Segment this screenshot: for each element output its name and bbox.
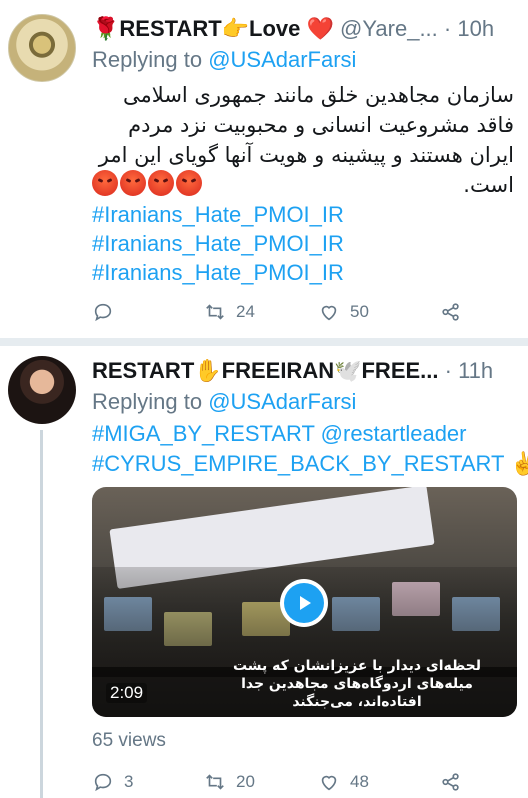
mention-link[interactable]: @restartleader — [321, 421, 467, 446]
retweet-icon — [206, 304, 224, 320]
heart-icon — [321, 305, 337, 321]
play-icon — [300, 596, 311, 610]
replying-mention-link[interactable]: @USAdarFarsi — [208, 389, 356, 414]
share-button[interactable] — [440, 768, 462, 796]
view-count: 65 views — [92, 730, 166, 751]
video-duration: 2:09 — [106, 683, 148, 703]
handle[interactable]: @Yare_... — [340, 16, 438, 41]
tweet-actions: 24 50 — [92, 298, 512, 326]
video-caption: لحظه‌ای دیدار با عزیزانشان که پشت میله‌ه… — [232, 658, 482, 710]
retweet-button[interactable]: 20 — [204, 768, 255, 796]
like-count: 50 — [350, 302, 369, 321]
hashtag-link[interactable]: #MIGA_BY_RESTART — [92, 421, 315, 446]
share-icon — [442, 773, 459, 791]
reply-button[interactable]: 3 — [92, 768, 133, 796]
timestamp[interactable]: · 11h — [445, 358, 494, 383]
share-icon — [442, 303, 459, 321]
angry-emoji-row — [92, 170, 202, 198]
angry-face-icon — [176, 170, 202, 196]
tweet-line-2: #CYRUS_EMPIRE_BACK_BY_RESTART ✌️ — [92, 449, 528, 479]
retweet-count: 24 — [236, 302, 255, 321]
retweet-button[interactable]: 24 — [204, 298, 255, 326]
reply-icon — [94, 773, 112, 792]
like-button[interactable]: 48 — [318, 768, 369, 796]
reply-count: 3 — [124, 772, 134, 791]
hashtag-link[interactable]: #CYRUS_EMPIRE_BACK_BY_RESTART — [92, 451, 504, 476]
tweet-separator — [0, 338, 528, 346]
victory-hand-emoji: ✌️ — [510, 451, 528, 476]
reply-button[interactable] — [92, 298, 124, 326]
retweet-count: 20 — [236, 772, 255, 791]
like-button[interactable]: 50 — [318, 298, 369, 326]
hashtag-link[interactable]: #Iranians_Hate_PMOI_IR — [92, 258, 344, 288]
hashtag-link[interactable]: #Iranians_Hate_PMOI_IR — [92, 229, 344, 259]
video-player[interactable]: لحظه‌ای دیدار با عزیزانشان که پشت میله‌ه… — [92, 487, 517, 717]
replying-to: Replying to @USAdarFarsi — [92, 46, 356, 74]
avatar[interactable] — [8, 14, 76, 82]
replying-mention-link[interactable]: @USAdarFarsi — [208, 47, 356, 72]
replying-label: Replying to — [92, 389, 209, 414]
tweet-actions: 3 20 48 — [92, 768, 512, 796]
thread-line — [40, 430, 43, 798]
retweet-icon — [206, 774, 224, 790]
timestamp[interactable]: · 10h — [444, 16, 494, 41]
tweet-line-1: #MIGA_BY_RESTART @restartleader — [92, 419, 467, 449]
replying-to: Replying to @USAdarFarsi — [92, 388, 356, 416]
display-name[interactable]: RESTART✋FREEIRAN🕊️FREE... — [92, 358, 439, 383]
replying-label: Replying to — [92, 47, 209, 72]
angry-face-icon — [120, 170, 146, 196]
share-button[interactable] — [440, 298, 462, 326]
heart-icon — [321, 775, 337, 791]
play-button[interactable] — [280, 579, 328, 627]
angry-face-icon — [92, 170, 118, 196]
tweet-header: RESTART✋FREEIRAN🕊️FREE... · 11h — [92, 356, 522, 386]
display-name[interactable]: 🌹RESTART👉Love ❤️ — [92, 16, 334, 41]
like-count: 48 — [350, 772, 369, 791]
hashtag-link[interactable]: #Iranians_Hate_PMOI_IR — [92, 200, 344, 230]
avatar[interactable] — [8, 356, 76, 424]
tweet-header: 🌹RESTART👉Love ❤️ @Yare_... · 10h — [92, 14, 522, 44]
reply-icon — [94, 303, 112, 322]
angry-face-icon — [148, 170, 174, 196]
